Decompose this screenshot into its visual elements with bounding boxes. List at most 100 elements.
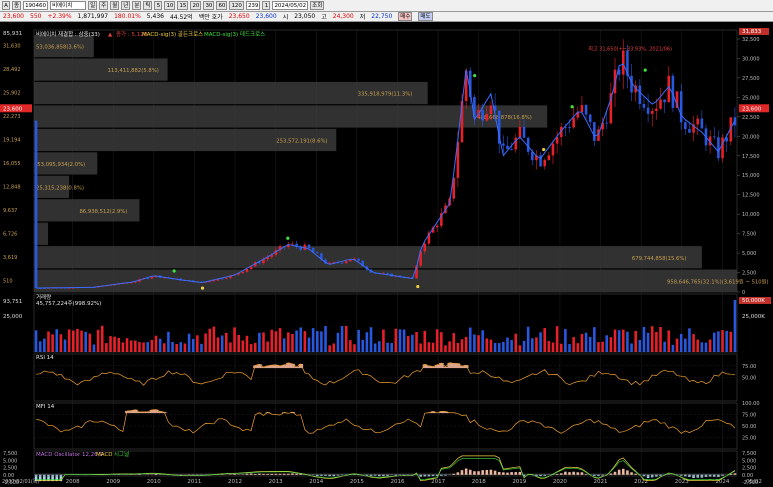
macd-hist-bar [440, 474, 443, 476]
volume-bar [704, 342, 708, 352]
price-left-top-value: 85,931 [3, 31, 22, 37]
macd-hist-bar [576, 472, 580, 475]
rsi-label: RSI 14 [36, 355, 54, 361]
toolbar-button[interactable]: 10 [164, 1, 176, 10]
volume-bar [100, 325, 104, 352]
signal-marker [542, 147, 546, 152]
volume-bar [315, 331, 319, 352]
candle-body [688, 129, 691, 133]
toolbar-button[interactable]: 1 [262, 1, 271, 10]
volume-bar [626, 331, 629, 352]
volume-bar [506, 337, 509, 352]
volume-profile-label: 335,918,979(11.3%) [358, 92, 413, 98]
macd-hist-bar [502, 472, 505, 475]
price-legend-title: 비에이치 재결합 : 삼중(33) [36, 30, 100, 38]
volume-bar [485, 338, 489, 352]
candle-body [349, 259, 352, 262]
volume-bar [88, 333, 92, 352]
x-axis-year-label: 2020 [553, 479, 567, 485]
macd-hist-bar [692, 474, 695, 478]
sell-button[interactable]: 매도 [418, 12, 433, 21]
volume-bar [80, 330, 83, 352]
candle-body [386, 273, 389, 274]
volume-bar [373, 343, 377, 352]
volume-profile-label: 253,572,191(8.6%) [276, 139, 327, 145]
x-axis-year-label: 2019 [512, 479, 526, 485]
volume-bar [328, 345, 331, 352]
volume-bar [237, 334, 240, 352]
volume-bar [415, 332, 418, 352]
stock-code-input[interactable]: 190460 [23, 1, 49, 10]
volume-bar [642, 326, 646, 352]
macd-hist-bar [274, 473, 278, 475]
buy-button[interactable]: 매수 [398, 12, 413, 21]
macd-hist-bar [630, 472, 633, 475]
macd-hist-bar [601, 474, 604, 476]
macd-signal-line [36, 458, 736, 481]
candle-body [245, 268, 249, 272]
toolbar-button[interactable]: 주 [99, 1, 109, 10]
query-button[interactable]: 조회 [310, 1, 325, 10]
toolbar-button[interactable]: 틱 [143, 1, 153, 10]
volume-bar [67, 329, 71, 352]
chart-area[interactable]: 2008 2009 2010 2011 2012 2013 2014 2015 2016 2017… [0, 22, 773, 487]
toolbar-button[interactable]: 239 [245, 1, 261, 10]
candle-body [502, 143, 505, 146]
volume-bar [440, 332, 443, 352]
quote-price: 23,600 [3, 13, 24, 20]
macd-hist-bar [373, 474, 377, 476]
volume-bar [138, 342, 141, 352]
toolbar-button[interactable]: 일 [88, 1, 98, 10]
macd-hist-bar [291, 473, 294, 475]
price-y-right-label: 7,500 [742, 232, 756, 238]
x-axis-year-label: 2009 [106, 479, 120, 485]
volume-bar [299, 327, 303, 352]
price-y-left-label: 31,630 [3, 44, 21, 50]
price-y-left-label: 510 [3, 278, 13, 284]
volume-bar [117, 337, 121, 352]
volume-bar [216, 337, 220, 352]
volume-bars [34, 300, 737, 352]
volume-bar [353, 344, 356, 352]
macd-hist-bar [679, 474, 683, 476]
volume-bar [580, 333, 584, 352]
volume-bar [109, 336, 112, 352]
candle-body [684, 122, 687, 130]
toolbar-button[interactable]: 년 [121, 1, 131, 10]
candle-body [435, 225, 439, 228]
volume-bar [712, 332, 716, 352]
candle-body [212, 280, 216, 282]
volume-bar [526, 326, 530, 352]
candle-body [646, 107, 650, 114]
quote-cap-label: 백만 호가 [198, 14, 223, 21]
candle-body [663, 99, 666, 103]
x-axis-year-label: 2015 [350, 479, 364, 485]
volume-bar [84, 331, 87, 352]
macd-hist-bar [444, 474, 447, 476]
volume-profile-label: 113,411,882(5.8%) [108, 68, 159, 74]
date-input[interactable]: 2024/05/02 [272, 1, 309, 10]
toolbar-button[interactable]: 15 [177, 1, 189, 10]
candle-body [146, 278, 150, 280]
volume-bar [468, 327, 472, 352]
volume-bar [708, 339, 712, 352]
macd-y-label: 0.00 [742, 473, 753, 479]
macd-hist-bar [485, 469, 489, 475]
macd-hist-bar [580, 472, 584, 475]
toolbar-button[interactable]: 120 [229, 1, 244, 10]
toolbar-button[interactable]: 종 [12, 1, 22, 10]
candle-body [593, 122, 596, 141]
macd-hist-bar [233, 474, 236, 475]
toolbar-button[interactable]: 30 [203, 1, 215, 10]
stock-name[interactable]: 비에이치 [50, 1, 87, 10]
rsi-y-label: 75.00 [742, 364, 756, 370]
current-price-tag: 23,600 [742, 106, 762, 112]
toolbar-button[interactable]: 60 [216, 1, 228, 10]
toolbar-button[interactable]: 분 [132, 1, 142, 10]
toolbar-button[interactable]: A [2, 1, 10, 10]
toolbar-button[interactable]: 20 [190, 1, 202, 10]
toolbar-button[interactable]: 5 [154, 1, 163, 10]
macd-hist-bar [468, 469, 472, 475]
toolbar-button[interactable]: 월 [110, 1, 120, 10]
quote-mkt-cap: 44.52억 [169, 14, 193, 21]
